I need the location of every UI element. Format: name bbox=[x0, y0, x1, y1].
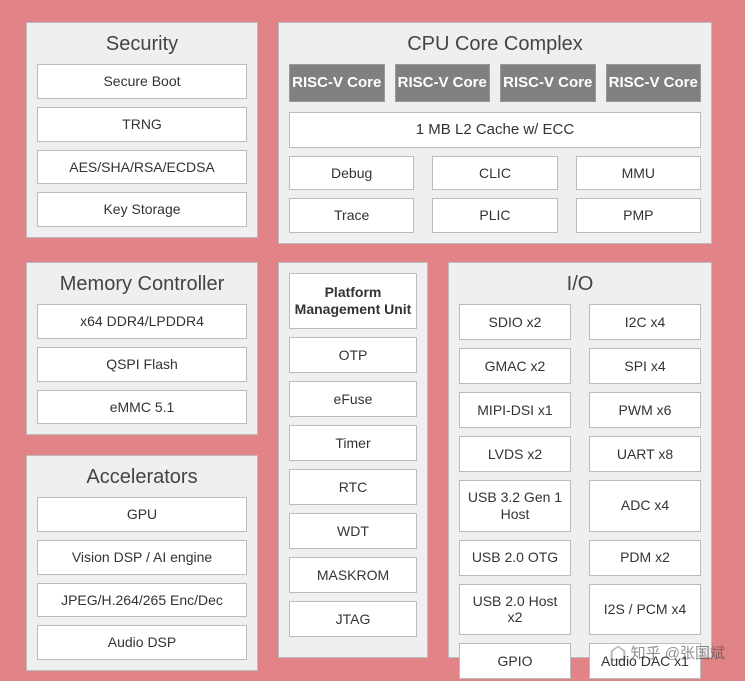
adc-item: ADC x4 bbox=[589, 480, 701, 532]
rtc-item: RTC bbox=[289, 469, 417, 505]
riscv-core-1: RISC-V Core bbox=[395, 64, 491, 102]
pwm-item: PWM x6 bbox=[589, 392, 701, 428]
secure-boot-item: Secure Boot bbox=[37, 64, 247, 99]
riscv-core-0: RISC-V Core bbox=[289, 64, 385, 102]
pmu-title-item: Platform Management Unit bbox=[289, 273, 417, 329]
efuse-item: eFuse bbox=[289, 381, 417, 417]
usb32-item: USB 3.2 Gen 1 Host bbox=[459, 480, 571, 532]
io-block: I/O SDIO x2 I2C x4 GMAC x2 SPI x4 MIPI-D… bbox=[448, 262, 712, 658]
timer-item: Timer bbox=[289, 425, 417, 461]
usb20host-item: USB 2.0 Host x2 bbox=[459, 584, 571, 636]
security-title: Security bbox=[37, 33, 247, 56]
jtag-item: JTAG bbox=[289, 601, 417, 637]
l2-cache-item: 1 MB L2 Cache w/ ECC bbox=[289, 112, 701, 148]
pdm-item: PDM x2 bbox=[589, 540, 701, 576]
i2c-item: I2C x4 bbox=[589, 304, 701, 340]
usb20otg-item: USB 2.0 OTG bbox=[459, 540, 571, 576]
qspi-flash-item: QSPI Flash bbox=[37, 347, 247, 382]
riscv-core-3: RISC-V Core bbox=[606, 64, 702, 102]
lvds-item: LVDS x2 bbox=[459, 436, 571, 472]
memctrl-title: Memory Controller bbox=[37, 273, 247, 296]
pmp-item: PMP bbox=[576, 198, 701, 233]
trace-item: Trace bbox=[289, 198, 414, 233]
cpu-title: CPU Core Complex bbox=[289, 33, 701, 56]
gpu-item: GPU bbox=[37, 497, 247, 532]
watermark: 知乎 @张国斌 bbox=[609, 642, 725, 663]
audio-dsp-item: Audio DSP bbox=[37, 625, 247, 660]
zhihu-icon bbox=[609, 644, 627, 662]
ddr-item: x64 DDR4/LPDDR4 bbox=[37, 304, 247, 339]
plic-item: PLIC bbox=[432, 198, 557, 233]
spi-item: SPI x4 bbox=[589, 348, 701, 384]
vision-dsp-item: Vision DSP / AI engine bbox=[37, 540, 247, 575]
codec-item: JPEG/H.264/265 Enc/Dec bbox=[37, 583, 247, 618]
accel-title: Accelerators bbox=[37, 466, 247, 489]
uart-item: UART x8 bbox=[589, 436, 701, 472]
i2s-pcm-item: I2S / PCM x4 bbox=[589, 584, 701, 636]
gmac-item: GMAC x2 bbox=[459, 348, 571, 384]
cpu-core-complex-block: CPU Core Complex RISC-V Core RISC-V Core… bbox=[278, 22, 712, 244]
emmc-item: eMMC 5.1 bbox=[37, 390, 247, 425]
memory-controller-block: Memory Controller x64 DDR4/LPDDR4 QSPI F… bbox=[26, 262, 258, 435]
key-storage-item: Key Storage bbox=[37, 192, 247, 227]
wdt-item: WDT bbox=[289, 513, 417, 549]
watermark-text: 知乎 @张国斌 bbox=[631, 642, 725, 663]
gpio-item: GPIO bbox=[459, 643, 571, 679]
io-title: I/O bbox=[459, 273, 701, 296]
mipi-dsi-item: MIPI-DSI x1 bbox=[459, 392, 571, 428]
mmu-item: MMU bbox=[576, 156, 701, 191]
clic-item: CLIC bbox=[432, 156, 557, 191]
pmu-block: Platform Management Unit OTP eFuse Timer… bbox=[278, 262, 428, 658]
aes-sha-rsa-ecdsa-item: AES/SHA/RSA/ECDSA bbox=[37, 150, 247, 185]
sdio-item: SDIO x2 bbox=[459, 304, 571, 340]
accelerators-block: Accelerators GPU Vision DSP / AI engine … bbox=[26, 455, 258, 671]
debug-item: Debug bbox=[289, 156, 414, 191]
riscv-core-2: RISC-V Core bbox=[500, 64, 596, 102]
trng-item: TRNG bbox=[37, 107, 247, 142]
security-block: Security Secure Boot TRNG AES/SHA/RSA/EC… bbox=[26, 22, 258, 238]
otp-item: OTP bbox=[289, 337, 417, 373]
maskrom-item: MASKROM bbox=[289, 557, 417, 593]
